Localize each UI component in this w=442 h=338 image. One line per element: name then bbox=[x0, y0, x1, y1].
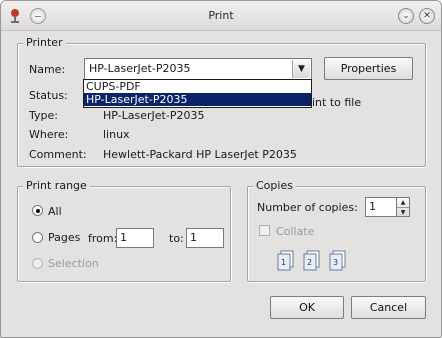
chevron-down-icon[interactable]: ⌄ bbox=[398, 8, 414, 24]
collate-checkbox[interactable] bbox=[259, 225, 270, 236]
to-page-input[interactable]: 1 bbox=[186, 228, 224, 248]
svg-text:3: 3 bbox=[333, 258, 338, 267]
from-label: from: bbox=[88, 232, 118, 245]
svg-text:1: 1 bbox=[281, 258, 286, 267]
spin-down-icon[interactable]: ▼ bbox=[397, 207, 409, 216]
collate-label[interactable]: Collate bbox=[276, 225, 314, 238]
collate-page-icon: 3 bbox=[329, 250, 346, 271]
print-dialog: Print ⌄ ✕ Printer Name: HP-LaserJet-P203… bbox=[0, 0, 442, 338]
selection-label[interactable]: Selection bbox=[48, 257, 99, 270]
name-label: Name: bbox=[29, 63, 66, 76]
pages-label[interactable]: Pages bbox=[48, 231, 80, 244]
print-to-file-label[interactable]: int to file bbox=[312, 96, 361, 109]
title-bar: Print ⌄ ✕ bbox=[1, 1, 441, 31]
type-value: HP-LaserJet-P2035 bbox=[103, 109, 205, 122]
all-radio[interactable] bbox=[32, 205, 43, 216]
printer-name-combo[interactable]: HP-LaserJet-P2035 bbox=[84, 58, 312, 80]
dropdown-option-cups-pdf[interactable]: CUPS-PDF bbox=[84, 80, 311, 93]
from-page-input[interactable]: 1 bbox=[116, 228, 154, 248]
properties-button[interactable]: Properties bbox=[324, 57, 413, 80]
status-label: Status: bbox=[29, 89, 68, 102]
window-title: Print bbox=[208, 9, 234, 22]
comment-value: Hewlett-Packard HP LaserJet P2035 bbox=[103, 148, 297, 161]
copies-input[interactable]: 1 bbox=[365, 197, 397, 217]
copies-group-title: Copies bbox=[253, 179, 296, 192]
print-range-title: Print range bbox=[23, 179, 90, 192]
combo-dropdown-arrow-icon[interactable]: ▼ bbox=[292, 60, 310, 78]
selection-radio[interactable] bbox=[32, 258, 43, 269]
cancel-button[interactable]: Cancel bbox=[351, 296, 426, 319]
close-icon[interactable]: ✕ bbox=[419, 8, 435, 24]
collate-page-icon: 2 bbox=[303, 250, 320, 271]
svg-text:2: 2 bbox=[307, 258, 312, 267]
ok-button[interactable]: OK bbox=[270, 296, 344, 319]
to-label: to: bbox=[169, 232, 184, 245]
comment-label: Comment: bbox=[29, 148, 87, 161]
number-of-copies-label: Number of copies: bbox=[257, 201, 358, 214]
printer-group-title: Printer bbox=[23, 36, 66, 49]
printer-dropdown-list: CUPS-PDF HP-LaserJet-P2035 bbox=[83, 79, 312, 108]
spin-up-icon[interactable]: ▲ bbox=[397, 198, 409, 207]
type-label: Type: bbox=[29, 109, 58, 122]
collate-page-icon: 1 bbox=[277, 250, 294, 271]
pages-radio[interactable] bbox=[32, 232, 43, 243]
where-label: Where: bbox=[29, 128, 69, 141]
copies-spinner[interactable]: ▲ ▼ bbox=[396, 197, 410, 217]
dropdown-option-hp-laserjet[interactable]: HP-LaserJet-P2035 bbox=[84, 93, 311, 106]
all-label[interactable]: All bbox=[48, 205, 62, 218]
where-value: linux bbox=[103, 128, 130, 141]
